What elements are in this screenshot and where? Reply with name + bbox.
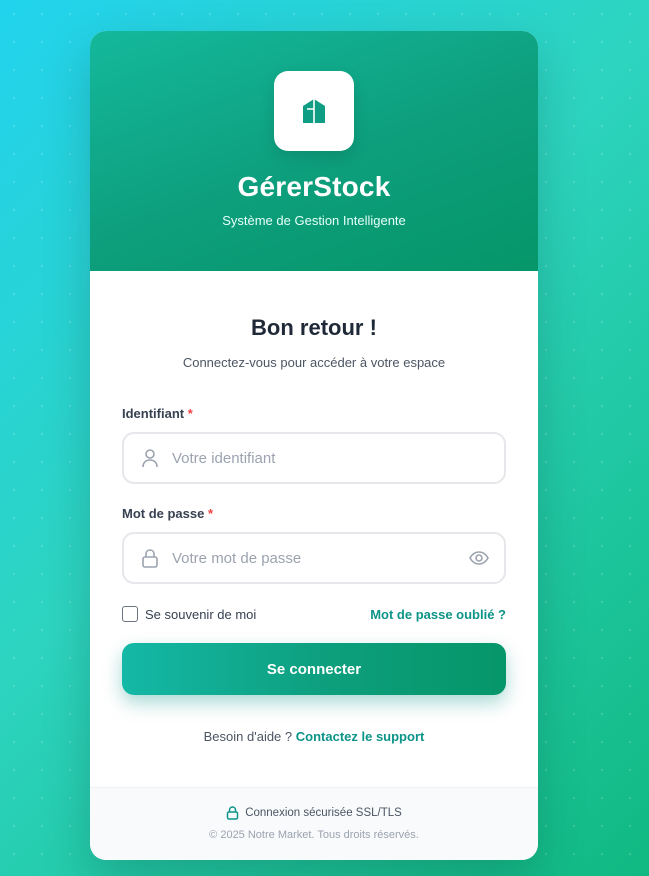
password-label: Mot de passe * [122,506,506,521]
username-input[interactable] [124,434,504,482]
secure-connection: Connexion sécurisée SSL/TLS [226,806,402,820]
welcome-title: Bon retour ! [251,315,377,340]
login-card: GérerStock Système de Gestion Intelligen… [90,31,538,860]
required-mark: * [187,406,193,421]
contact-support-link[interactable]: Contactez le support [296,729,425,744]
box-icon [303,99,325,123]
eye-icon[interactable] [468,547,490,569]
copyright: © 2025 Notre Market. Tous droits réservé… [209,829,419,841]
required-mark: * [207,506,214,521]
login-form: Bon retour ! Connectez-vous pour accéder… [90,315,538,744]
username-field [122,432,506,484]
remember-checkbox[interactable] [122,606,138,622]
username-label: Identifiant * [122,406,506,421]
lock-icon [140,548,160,568]
remember-me[interactable]: Se souvenir de moi [122,606,256,622]
lock-icon [226,806,239,820]
login-button[interactable]: Se connecter [122,643,506,695]
help-prefix: Besoin d'aide ? [203,729,293,744]
logo-box [274,71,354,151]
forgot-password-link[interactable]: Mot de passe oublié ? [370,607,506,622]
remember-label: Se souvenir de moi [145,606,257,622]
username-label-text: Identifiant [122,406,185,421]
secure-text: Connexion sécurisée SSL/TLS [245,807,402,819]
brand-name: GérerStock [237,171,391,202]
welcome-subtitle: Connectez-vous pour accéder à votre espa… [182,355,446,370]
password-label-text: Mot de passe [122,506,205,521]
password-input[interactable] [124,534,504,582]
help-text: Besoin d'aide ? Contactez le support [122,729,506,744]
form-options: Se souvenir de moi Mot de passe oublié ? [122,606,506,622]
card-footer: Connexion sécurisée SSL/TLS © 2025 Notre… [90,787,538,860]
password-field [122,532,506,584]
card-header: GérerStock Système de Gestion Intelligen… [90,31,538,271]
brand-tagline: Système de Gestion Intelligente [222,213,406,228]
user-icon [140,448,160,468]
